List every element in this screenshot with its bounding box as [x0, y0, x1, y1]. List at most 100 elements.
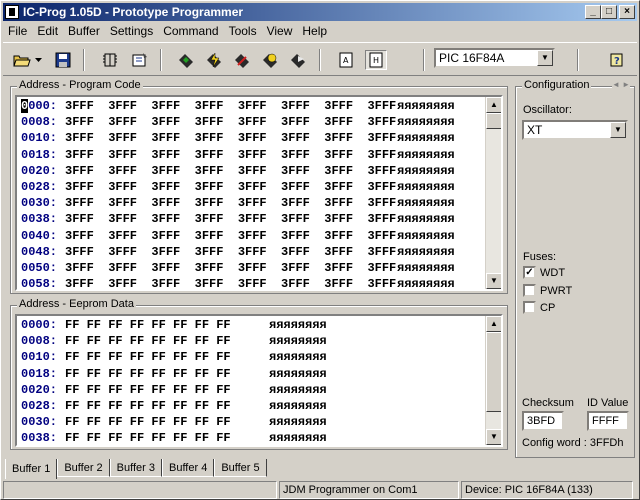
blank-check-icon[interactable]: [287, 50, 309, 70]
table-row[interactable]: 0030: 3FFF 3FFF 3FFF 3FFF 3FFF 3FFF 3FFF …: [17, 195, 501, 211]
scroll-thumb[interactable]: [486, 113, 501, 129]
row-values[interactable]: 3FFF 3FFF 3FFF 3FFF 3FFF 3FFF 3FFF 3FFF: [65, 229, 397, 243]
table-row[interactable]: 0020: 3FFF 3FFF 3FFF 3FFF 3FFF 3FFF 3FFF …: [17, 163, 501, 179]
menu-settings[interactable]: Settings: [105, 24, 158, 38]
tab-buffer-4[interactable]: Buffer 4: [161, 459, 215, 477]
table-row[interactable]: 0000: 3FFF 3FFF 3FFF 3FFF 3FFF 3FFF 3FFF …: [17, 98, 501, 114]
row-values[interactable]: 3FFF 3FFF 3FFF 3FFF 3FFF 3FFF 3FFF 3FFF: [65, 115, 397, 129]
checkbox-empty-icon[interactable]: [523, 284, 536, 297]
row-values[interactable]: 3FFF 3FFF 3FFF 3FFF 3FFF 3FFF 3FFF 3FFF: [65, 180, 397, 194]
table-row[interactable]: 0040: 3FFF 3FFF 3FFF 3FFF 3FFF 3FFF 3FFF …: [17, 228, 501, 244]
checkbox-empty-icon[interactable]: [523, 301, 536, 314]
row-values[interactable]: 3FFF 3FFF 3FFF 3FFF 3FFF 3FFF 3FFF 3FFF: [65, 261, 397, 275]
table-row[interactable]: 0008: 3FFF 3FFF 3FFF 3FFF 3FFF 3FFF 3FFF …: [17, 114, 501, 130]
scroll-down-button[interactable]: ▼: [486, 273, 501, 289]
table-row[interactable]: 0010: 3FFF 3FFF 3FFF 3FFF 3FFF 3FFF 3FFF …: [17, 130, 501, 146]
chevron-down-icon[interactable]: ▼: [610, 122, 626, 138]
row-values[interactable]: 3FFF 3FFF 3FFF 3FFF 3FFF 3FFF 3FFF 3FFF: [65, 131, 397, 145]
row-values[interactable]: 3FFF 3FFF 3FFF 3FFF 3FFF 3FFF 3FFF 3FFF: [65, 212, 397, 226]
eeprom-scrollbar[interactable]: ▲ ▼: [485, 316, 501, 445]
checkbox-checked-icon[interactable]: ✓: [523, 266, 536, 279]
main-window: IC-Prog 1.05D - Prototype Programmer _ □…: [0, 0, 640, 500]
read-chip-icon[interactable]: [175, 50, 197, 70]
scroll-up-button[interactable]: ▲: [486, 97, 501, 113]
row-values[interactable]: 3FFF 3FFF 3FFF 3FFF 3FFF 3FFF 3FFF 3FFF: [65, 277, 397, 289]
table-row[interactable]: 0048: 3FFF 3FFF 3FFF 3FFF 3FFF 3FFF 3FFF …: [17, 244, 501, 260]
fuse-cp-checkbox[interactable]: CP: [523, 301, 555, 314]
menu-view[interactable]: View: [262, 24, 298, 38]
ascii-view-icon[interactable]: A: [335, 50, 357, 70]
menu-buffer[interactable]: Buffer: [63, 24, 105, 38]
close-button[interactable]: ×: [619, 5, 635, 19]
panel-arrows-icon[interactable]: ◄ ►: [611, 80, 630, 89]
table-row[interactable]: 0020: FF FF FF FF FF FF FF FF яяяяяяяя: [17, 382, 501, 398]
fuse-wdt-checkbox[interactable]: ✓ WDT: [523, 266, 565, 279]
table-row[interactable]: 0030: FF FF FF FF FF FF FF FF яяяяяяяя: [17, 414, 501, 430]
device-select[interactable]: PIC 16F84A ▼: [434, 48, 555, 68]
minimize-button[interactable]: _: [585, 5, 601, 19]
row-values[interactable]: FF FF FF FF FF FF FF FF: [65, 350, 269, 364]
table-row[interactable]: 0010: FF FF FF FF FF FF FF FF яяяяяяяя: [17, 349, 501, 365]
row-values[interactable]: FF FF FF FF FF FF FF FF: [65, 367, 269, 381]
program-scrollbar[interactable]: ▲ ▼: [485, 97, 501, 289]
oscillator-select[interactable]: XT ▼: [522, 120, 628, 140]
row-values[interactable]: FF FF FF FF FF FF FF FF: [65, 383, 269, 397]
verify-chip-icon[interactable]: [259, 50, 281, 70]
scroll-up-button[interactable]: ▲: [486, 316, 501, 332]
save-disk-icon[interactable]: [52, 50, 74, 70]
open-folder-icon[interactable]: [11, 50, 33, 70]
tab-buffer-2[interactable]: Buffer 2: [57, 459, 110, 477]
table-row[interactable]: 0018: 3FFF 3FFF 3FFF 3FFF 3FFF 3FFF 3FFF …: [17, 147, 501, 163]
row-address: 0038:: [21, 431, 58, 446]
row-values[interactable]: FF FF FF FF FF FF FF FF: [65, 318, 269, 332]
device-info-icon[interactable]: [100, 50, 122, 70]
menu-file[interactable]: File: [3, 24, 32, 38]
menu-tools[interactable]: Tools: [224, 24, 262, 38]
fuse-pwrt-checkbox[interactable]: PWRT: [523, 284, 572, 297]
row-values[interactable]: 3FFF 3FFF 3FFF 3FFF 3FFF 3FFF 3FFF 3FFF: [65, 245, 397, 259]
row-values[interactable]: 3FFF 3FFF 3FFF 3FFF 3FFF 3FFF 3FFF 3FFF: [65, 164, 397, 178]
row-values[interactable]: 3FFF 3FFF 3FFF 3FFF 3FFF 3FFF 3FFF 3FFF: [65, 196, 397, 210]
tab-buffer-3[interactable]: Buffer 3: [109, 459, 162, 477]
title-bar[interactable]: IC-Prog 1.05D - Prototype Programmer _ □…: [3, 3, 637, 21]
menu-edit[interactable]: Edit: [32, 24, 63, 38]
scroll-thumb[interactable]: [486, 332, 501, 412]
toolbar-separator: [160, 49, 162, 71]
table-row[interactable]: 0000: FF FF FF FF FF FF FF FF яяяяяяяя: [17, 317, 501, 333]
row-values[interactable]: FF FF FF FF FF FF FF FF: [65, 399, 269, 413]
table-row[interactable]: 0008: FF FF FF FF FF FF FF FF яяяяяяяя: [17, 333, 501, 349]
maximize-button[interactable]: □: [601, 5, 617, 19]
row-ascii: яяяяяяяя: [269, 366, 327, 381]
status-programmer: JDM Programmer on Com1: [279, 481, 459, 499]
program-chip-icon[interactable]: [203, 50, 225, 70]
config-icon[interactable]: [129, 50, 151, 70]
program-code-grid[interactable]: 0000: 3FFF 3FFF 3FFF 3FFF 3FFF 3FFF 3FFF …: [15, 95, 503, 291]
chevron-down-icon[interactable]: ▼: [537, 50, 553, 66]
tab-buffer-5[interactable]: Buffer 5: [214, 459, 267, 477]
row-address: 0008:: [21, 115, 58, 130]
help-icon[interactable]: ?: [607, 50, 629, 70]
open-dropdown-icon[interactable]: [33, 50, 43, 70]
row-ascii: яяяяяяяя: [269, 415, 327, 430]
toolbar-separator: [577, 49, 579, 71]
row-values[interactable]: FF FF FF FF FF FF FF FF: [65, 431, 269, 445]
table-row[interactable]: 0018: FF FF FF FF FF FF FF FF яяяяяяяя: [17, 366, 501, 382]
row-values[interactable]: FF FF FF FF FF FF FF FF: [65, 415, 269, 429]
row-values[interactable]: FF FF FF FF FF FF FF FF: [65, 334, 269, 348]
eeprom-data-grid[interactable]: 0000: FF FF FF FF FF FF FF FF яяяяяяяя 0008…: [15, 314, 503, 447]
table-row[interactable]: 0038: 3FFF 3FFF 3FFF 3FFF 3FFF 3FFF 3FFF …: [17, 211, 501, 227]
scroll-down-button[interactable]: ▼: [486, 429, 501, 445]
table-row[interactable]: 0050: 3FFF 3FFF 3FFF 3FFF 3FFF 3FFF 3FFF …: [17, 260, 501, 276]
table-row[interactable]: 0028: 3FFF 3FFF 3FFF 3FFF 3FFF 3FFF 3FFF …: [17, 179, 501, 195]
id-value-field[interactable]: FFFF: [587, 411, 629, 431]
tab-buffer-1[interactable]: Buffer 1: [5, 459, 58, 479]
table-row[interactable]: 0038: FF FF FF FF FF FF FF FF яяяяяяяя: [17, 430, 501, 446]
erase-chip-icon[interactable]: [231, 50, 253, 70]
row-values[interactable]: 3FFF 3FFF 3FFF 3FFF 3FFF 3FFF 3FFF 3FFF: [65, 148, 397, 162]
hex-view-icon[interactable]: H: [365, 50, 387, 70]
table-row[interactable]: 0058: 3FFF 3FFF 3FFF 3FFF 3FFF 3FFF 3FFF …: [17, 276, 501, 289]
table-row[interactable]: 0028: FF FF FF FF FF FF FF FF яяяяяяяя: [17, 398, 501, 414]
row-values[interactable]: 3FFF 3FFF 3FFF 3FFF 3FFF 3FFF 3FFF 3FFF: [65, 99, 397, 113]
menu-help[interactable]: Help: [297, 24, 332, 38]
menu-command[interactable]: Command: [158, 24, 223, 38]
